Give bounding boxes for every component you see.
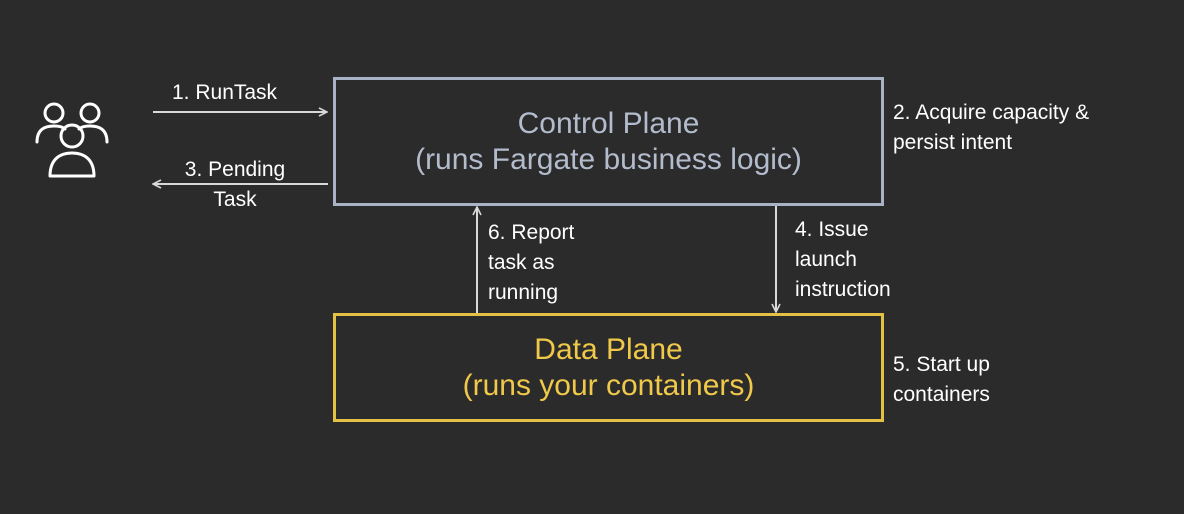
step-start-containers-label: 5. Start up containers [893, 353, 990, 406]
control-plane-title: Control Plane [517, 106, 700, 140]
step-report-running-label: 6. Report task as running [488, 221, 575, 304]
data-plane-subtitle: (runs your containers) [462, 368, 755, 402]
step-acquire-capacity-label: 2. Acquire capacity & persist intent [893, 101, 1090, 154]
data-plane-title: Data Plane [534, 332, 683, 366]
step-runtask-label: 1. RunTask [172, 81, 278, 104]
data-plane-box: Data Plane (runs your containers) [333, 313, 884, 422]
users-icon [35, 102, 109, 178]
control-plane-subtitle: (runs Fargate business logic) [415, 142, 802, 176]
architecture-diagram: Control Plane (runs Fargate business log… [0, 0, 1184, 514]
step-pending-task-label: 3. Pending Task [184, 158, 286, 211]
control-plane-box: Control Plane (runs Fargate business log… [333, 77, 884, 206]
step-issue-launch-label: 4. Issue launch instruction [795, 218, 891, 301]
